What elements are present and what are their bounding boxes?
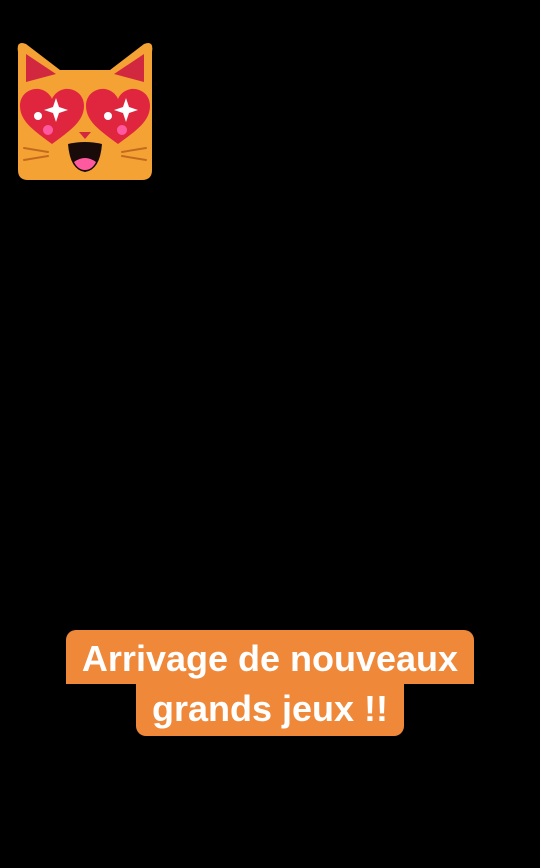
caption: Arrivage de nouveaux grands jeux !! bbox=[0, 630, 540, 736]
video-frame: Arrivage de nouveaux grands jeux !! bbox=[0, 0, 540, 868]
caption-line-1: Arrivage de nouveaux bbox=[65, 630, 475, 684]
heart-eyes-cat-icon bbox=[10, 36, 160, 184]
caption-line-2: grands jeux !! bbox=[135, 684, 405, 736]
